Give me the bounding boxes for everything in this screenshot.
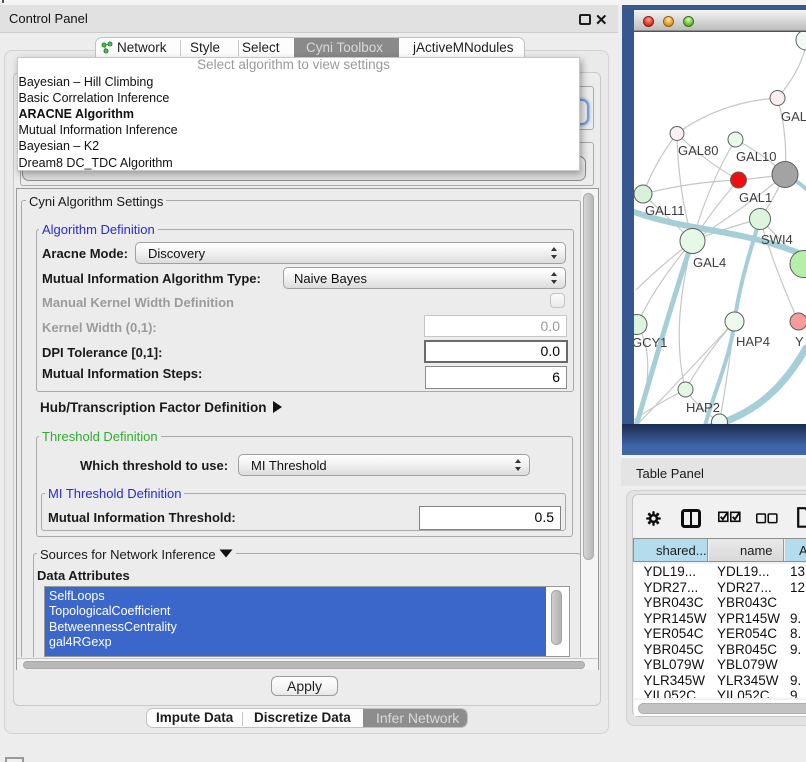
svg-text:GCY1: GCY1 xyxy=(634,335,667,350)
svg-text:Y: Y xyxy=(795,334,804,349)
svg-text:GAL11: GAL11 xyxy=(645,203,685,218)
svg-text:GAL: GAL xyxy=(781,109,806,124)
svg-text:SWI4: SWI4 xyxy=(761,232,793,247)
svg-text:HAP2: HAP2 xyxy=(686,400,720,415)
svg-text:GAL80: GAL80 xyxy=(678,143,718,158)
svg-text:GAL10: GAL10 xyxy=(736,149,776,164)
svg-text:GAL4: GAL4 xyxy=(693,255,726,270)
svg-text:GAL1: GAL1 xyxy=(739,190,772,205)
svg-text:HAP4: HAP4 xyxy=(736,334,770,349)
